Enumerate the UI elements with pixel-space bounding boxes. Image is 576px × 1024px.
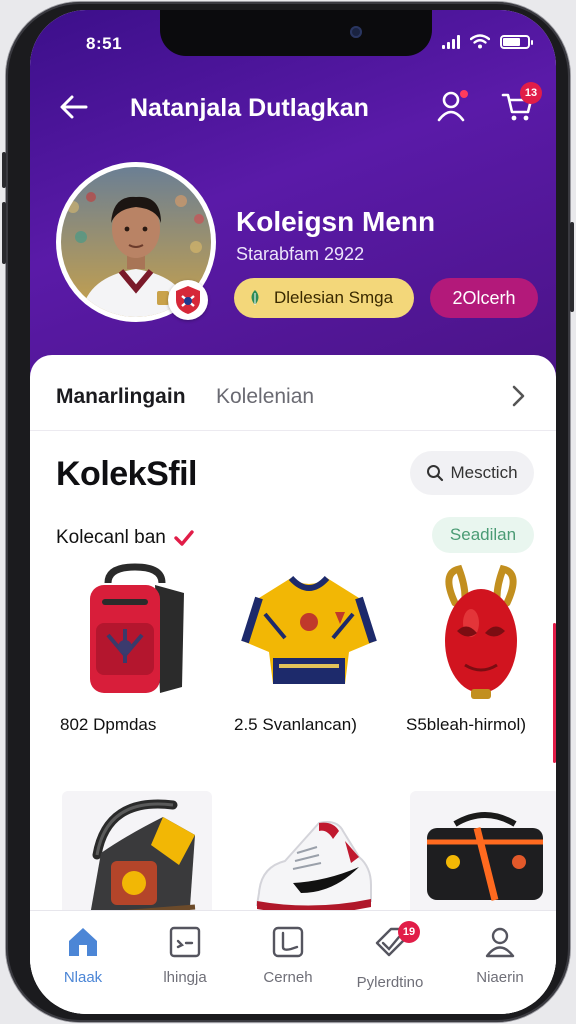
search-button[interactable]: Mesctich (410, 451, 534, 495)
scroll-indicator[interactable] (553, 623, 556, 763)
volume-button (2, 202, 6, 264)
club-emblem-icon (168, 280, 208, 320)
follow-count-button[interactable]: 2Olcerh (430, 278, 538, 318)
nav-item-home[interactable]: Nlaak (33, 925, 133, 986)
membership-badge-label: Dlelesian Smga (274, 288, 394, 307)
item-caption: 2.5 Svanlancan) (234, 715, 357, 734)
black-bag-headphones-icon (62, 791, 212, 921)
collection-item[interactable] (236, 791, 386, 921)
nav-label: Cerneh (263, 969, 313, 986)
red-backpack-icon (60, 563, 210, 703)
profile-icon (485, 927, 515, 958)
collection-subtitle: Kolecanl ban (56, 527, 194, 549)
page-title: Natanjala Dutlagkan (130, 94, 369, 122)
nav-label: Pylerdtino (356, 974, 424, 991)
collection-item[interactable]: S5bleah-hirmol) (406, 563, 556, 735)
nav-item-profile[interactable]: Niaerin (450, 925, 550, 986)
collection-item[interactable] (410, 791, 556, 921)
cart-count-badge: 13 (520, 82, 542, 104)
section-title: KolekSfil (56, 455, 197, 493)
tab-collection[interactable]: Kolelenian (216, 385, 314, 409)
volume-button (2, 152, 6, 188)
white-sneaker-icon (236, 791, 386, 921)
yellow-jersey-icon (234, 563, 384, 703)
account-button[interactable] (434, 88, 470, 124)
chevron-right-icon[interactable] (508, 383, 528, 409)
nav-item-chat[interactable]: lhingja (135, 925, 235, 986)
check-icon (174, 530, 194, 546)
power-button (570, 222, 574, 312)
cart-button[interactable]: 13 (500, 82, 542, 124)
phone-frame: 8:51 Natanjala Dutlagkan 13 Koleigsn Men… (2, 2, 574, 1022)
camera (350, 26, 362, 38)
gallery-icon (272, 926, 304, 958)
black-duffel-bag-icon (410, 791, 556, 921)
collection-item[interactable] (62, 791, 212, 921)
home-icon (69, 928, 97, 956)
chat-icon (169, 926, 201, 958)
signal-icon (442, 34, 460, 49)
nav-item-gallery[interactable]: Cerneh (238, 925, 338, 986)
search-label: Mesctich (450, 463, 518, 482)
top-bar: Natanjala Dutlagkan 13 (30, 82, 556, 130)
profile-subtitle: Starabfam 2922 (236, 244, 365, 264)
tab-bar: Manarlingain Kolelenian (30, 355, 556, 431)
membership-badge[interactable]: Dlelesian Smga (234, 278, 414, 318)
collection-item[interactable]: 2.5 Svanlancan) (234, 563, 384, 735)
collection-subtitle-label: Kolecanl ban (56, 527, 166, 548)
notification-dot (460, 90, 468, 98)
nav-label: Niaerin (476, 969, 524, 986)
nav-label: Nlaak (63, 969, 103, 986)
profile-name: Koleigsn Menn (236, 206, 436, 237)
red-mask-icon (406, 563, 556, 703)
item-caption: S5bleah-hirmol) (406, 715, 526, 734)
back-arrow-icon[interactable] (58, 92, 90, 122)
search-icon (427, 465, 444, 482)
status-time: 8:51 (86, 34, 123, 53)
wifi-icon (470, 34, 490, 49)
item-caption: 802 Dpmdas (60, 715, 157, 734)
tab-active[interactable]: Manarlingain (56, 385, 186, 409)
battery-icon (500, 34, 533, 49)
status-icons (442, 34, 533, 49)
collection-item[interactable]: 802 Dpmdas (60, 563, 210, 735)
save-button[interactable]: Seadilan (432, 517, 534, 553)
nav-badge: 19 (398, 921, 420, 943)
nav-label: lhingja (163, 969, 207, 986)
screen: 8:51 Natanjala Dutlagkan 13 Koleigsn Men… (30, 10, 556, 1014)
nav-item-tags[interactable]: 19 Pylerdtino (340, 921, 440, 991)
leaf-icon (251, 290, 259, 305)
bottom-navigation: Nlaak lhingja Cerneh 19 Pylerdtino Niaer… (30, 910, 556, 1014)
notch (160, 10, 432, 56)
